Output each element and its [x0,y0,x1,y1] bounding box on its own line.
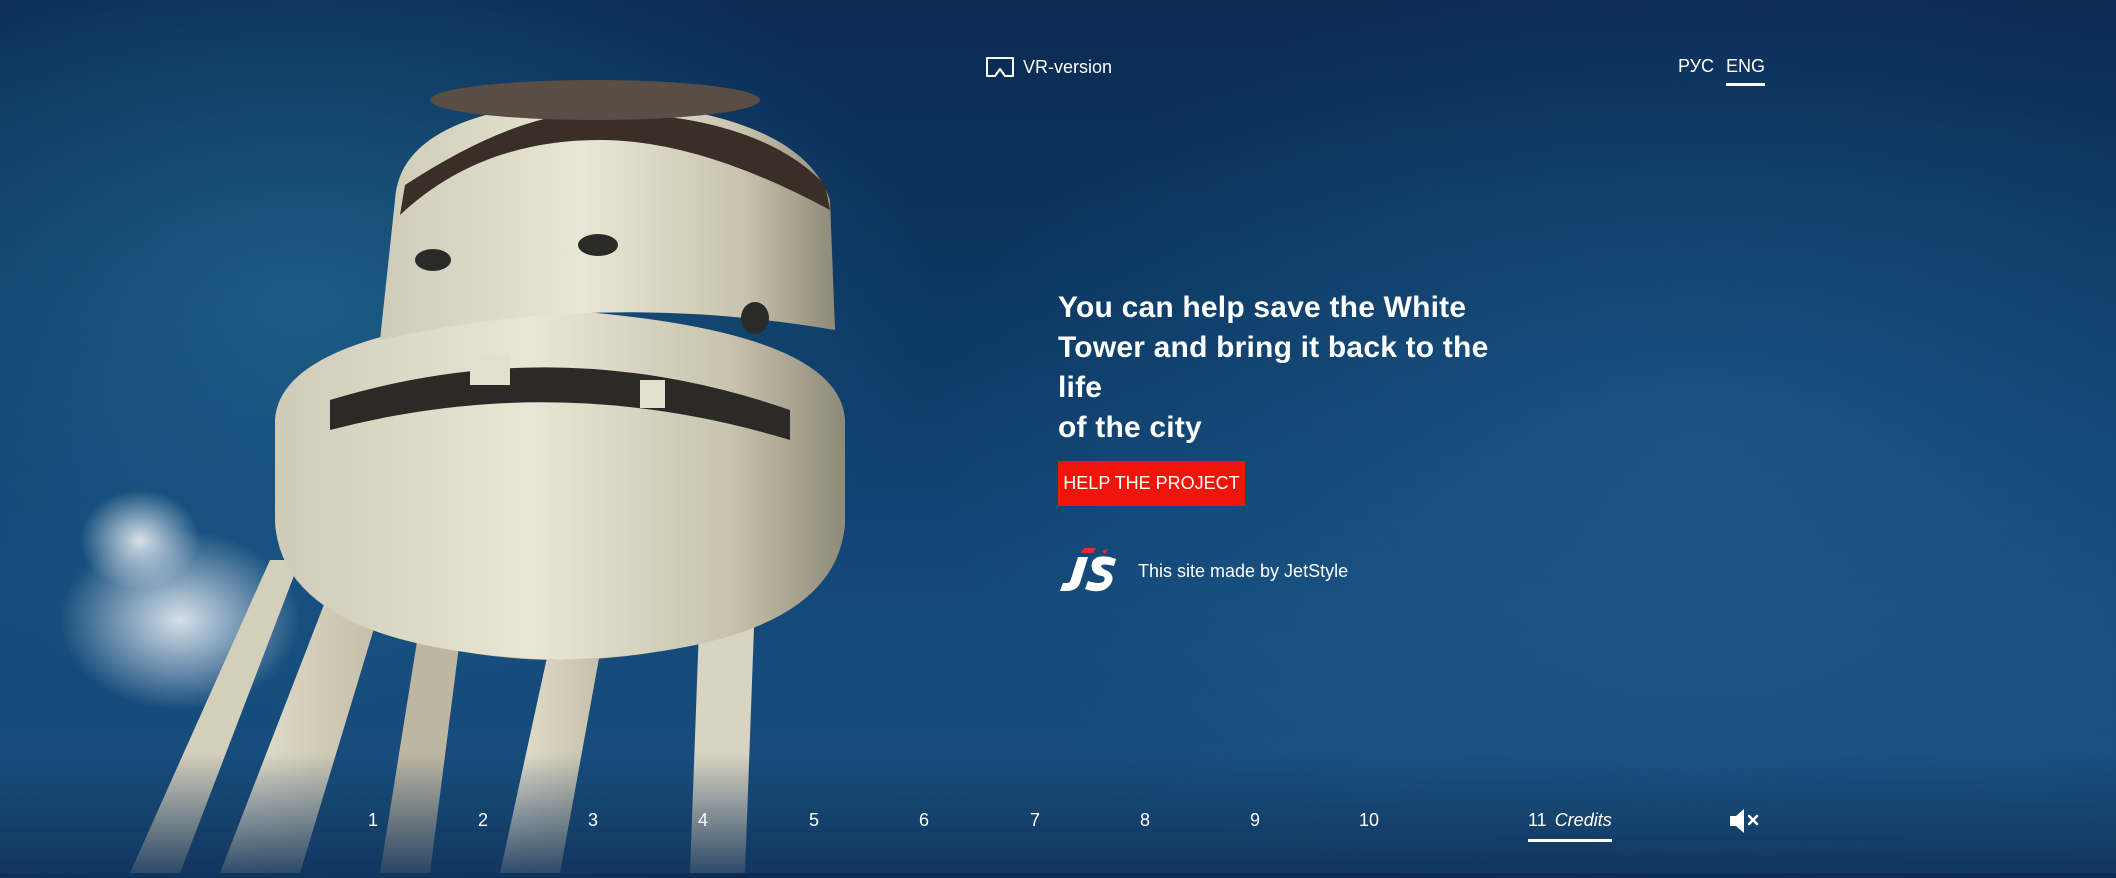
nav-page-5[interactable]: 5 [809,810,819,831]
nav-page-9[interactable]: 9 [1250,810,1260,831]
jetstyle-logo [1058,545,1118,598]
nav-page-3[interactable]: 3 [588,810,598,831]
nav-page-2[interactable]: 2 [478,810,488,831]
nav-page-7[interactable]: 7 [1030,810,1040,831]
nav-page-4[interactable]: 4 [698,810,708,831]
jetstyle-credit[interactable]: This site made by JetStyle [1058,545,1348,598]
lang-en[interactable]: ENG [1726,56,1766,86]
bottom-gradient [0,753,2116,873]
nav-page-8[interactable]: 8 [1140,810,1150,831]
language-switcher: РУС ENG [1678,56,1766,86]
vr-version-link[interactable]: VR-version [985,56,1112,78]
help-project-button[interactable]: HELP THE PROJECT [1058,461,1245,506]
speaker-muted-icon[interactable] [1728,807,1760,840]
jetstyle-credit-text: This site made by JetStyle [1138,561,1349,581]
vr-version-label: VR-version [1023,56,1113,77]
vr-headset-icon [985,56,1015,78]
credits-label: Credits [1554,810,1612,830]
hero-headline: You can help save the White Tower and br… [1058,291,1489,444]
nav-page-1[interactable]: 1 [368,810,378,831]
nav-page-10[interactable]: 10 [1359,810,1379,831]
lang-ru[interactable]: РУС [1678,56,1714,86]
credits-number: 11 [1528,810,1547,830]
nav-credits[interactable]: 11 Credits [1528,810,1612,842]
nav-page-6[interactable]: 6 [919,810,929,831]
